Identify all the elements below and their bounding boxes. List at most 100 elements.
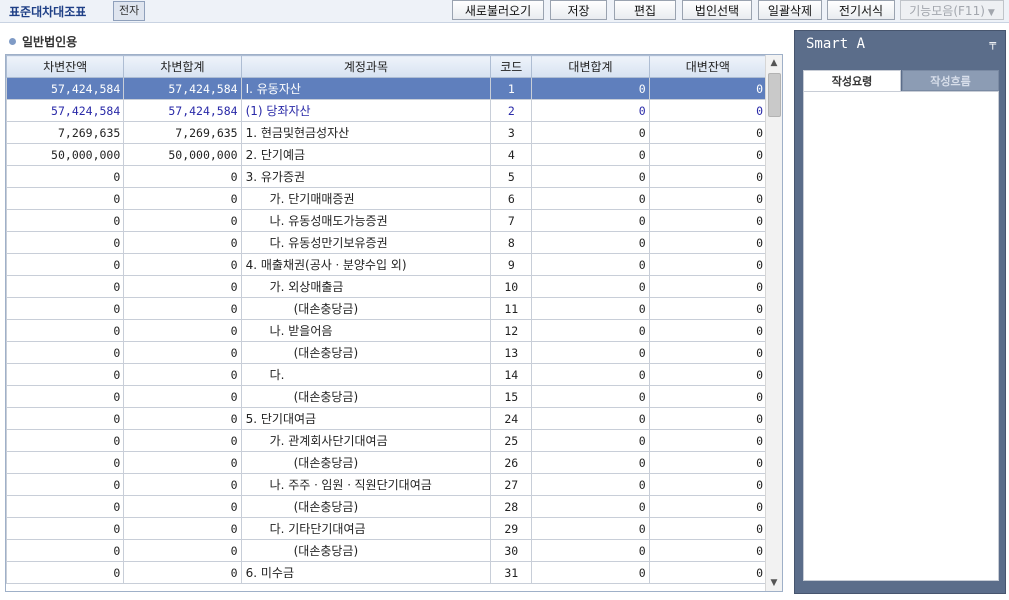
- cell-credit-total[interactable]: 0: [531, 561, 650, 584]
- cell-code[interactable]: 6: [490, 187, 533, 210]
- cell-code[interactable]: 10: [490, 275, 533, 298]
- cell-debit-total[interactable]: 0: [123, 451, 242, 474]
- cell-debit-total[interactable]: 0: [123, 341, 242, 364]
- cell-credit-balance[interactable]: 0: [648, 429, 768, 452]
- cell-account[interactable]: 3. 유가증권: [240, 165, 492, 188]
- cell-code[interactable]: 27: [490, 473, 533, 496]
- cell-credit-balance[interactable]: 0: [648, 77, 768, 100]
- cell-debit-balance[interactable]: 0: [6, 209, 125, 232]
- cell-credit-total[interactable]: 0: [531, 253, 650, 276]
- column-header-credit-balance[interactable]: 대변잔액: [648, 55, 768, 78]
- cell-debit-total[interactable]: 0: [123, 385, 242, 408]
- cell-account[interactable]: 6. 미수금: [240, 561, 492, 584]
- cell-account[interactable]: (대손충당금): [240, 385, 492, 408]
- cell-debit-balance[interactable]: 0: [6, 451, 125, 474]
- table-row[interactable]: 0 0 가. 외상매출금 10 0 0: [6, 275, 768, 298]
- cell-debit-balance[interactable]: 0: [6, 517, 125, 540]
- table-row[interactable]: 0 0 (대손충당금) 30 0 0: [6, 539, 768, 562]
- table-row[interactable]: 0 0 (대손충당금) 28 0 0: [6, 495, 768, 518]
- cell-debit-balance[interactable]: 0: [6, 297, 125, 320]
- table-row[interactable]: 57,424,584 57,424,584 (1) 당좌자산 2 0 0: [6, 99, 768, 122]
- cell-credit-balance[interactable]: 0: [648, 187, 768, 210]
- table-row[interactable]: 0 0 다. 유동성만기보유증권 8 0 0: [6, 231, 768, 254]
- cell-debit-total[interactable]: 0: [123, 495, 242, 518]
- table-row[interactable]: 0 0 5. 단기대여금 24 0 0: [6, 407, 768, 430]
- cell-credit-total[interactable]: 0: [531, 407, 650, 430]
- cell-credit-balance[interactable]: 0: [648, 407, 768, 430]
- table-row[interactable]: 7,269,635 7,269,635 1. 현금및현금성자산 3 0 0: [6, 121, 768, 144]
- cell-debit-total[interactable]: 7,269,635: [123, 121, 242, 144]
- cell-account[interactable]: 1. 현금및현금성자산: [240, 121, 492, 144]
- cell-code[interactable]: 15: [490, 385, 533, 408]
- cell-credit-balance[interactable]: 0: [648, 495, 768, 518]
- pin-icon[interactable]: ╤: [989, 37, 996, 50]
- table-row[interactable]: 0 0 가. 단기매매증권 6 0 0: [6, 187, 768, 210]
- cell-credit-balance[interactable]: 0: [648, 143, 768, 166]
- cell-code[interactable]: 26: [490, 451, 533, 474]
- cell-credit-balance[interactable]: 0: [648, 275, 768, 298]
- cell-code[interactable]: 28: [490, 495, 533, 518]
- cell-account[interactable]: 나. 받을어음: [240, 319, 492, 342]
- scroll-down-icon[interactable]: ▼: [766, 575, 782, 591]
- cell-credit-balance[interactable]: 0: [648, 451, 768, 474]
- cell-credit-total[interactable]: 0: [531, 539, 650, 562]
- scroll-up-icon[interactable]: ▲: [766, 55, 782, 71]
- table-row[interactable]: 0 0 4. 매출채권(공사ㆍ분양수입 외) 9 0 0: [6, 253, 768, 276]
- cell-account[interactable]: 4. 매출채권(공사ㆍ분양수입 외): [240, 253, 492, 276]
- cell-debit-balance[interactable]: 0: [6, 429, 125, 452]
- cell-debit-total[interactable]: 0: [123, 561, 242, 584]
- cell-code[interactable]: 1: [490, 77, 533, 100]
- tab-writing-flow[interactable]: 작성흐름: [902, 70, 999, 91]
- functions-dropdown-button[interactable]: 기능모음(F11) ▼: [900, 0, 1004, 20]
- table-row[interactable]: 0 0 나. 받을어음 12 0 0: [6, 319, 768, 342]
- cell-debit-balance[interactable]: 0: [6, 407, 125, 430]
- cell-account[interactable]: 다. 유동성만기보유증권: [240, 231, 492, 254]
- bulk-delete-button[interactable]: 일괄삭제: [758, 0, 822, 20]
- cell-account[interactable]: 다.: [240, 363, 492, 386]
- cell-debit-total[interactable]: 0: [123, 539, 242, 562]
- cell-code[interactable]: 5: [490, 165, 533, 188]
- scrollbar-thumb[interactable]: [768, 73, 781, 117]
- save-button[interactable]: 저장: [550, 0, 607, 20]
- cell-credit-balance[interactable]: 0: [648, 121, 768, 144]
- electronic-tag-button[interactable]: 전자: [113, 1, 146, 21]
- cell-credit-balance[interactable]: 0: [648, 165, 768, 188]
- table-row[interactable]: 0 0 가. 관계회사단기대여금 25 0 0: [6, 429, 768, 452]
- cell-code[interactable]: 12: [490, 319, 533, 342]
- cell-account[interactable]: (1) 당좌자산: [240, 99, 492, 122]
- cell-debit-total[interactable]: 0: [123, 319, 242, 342]
- cell-code[interactable]: 30: [490, 539, 533, 562]
- cell-account[interactable]: 2. 단기예금: [240, 143, 492, 166]
- cell-credit-total[interactable]: 0: [531, 495, 650, 518]
- cell-debit-total[interactable]: 0: [123, 429, 242, 452]
- cell-credit-balance[interactable]: 0: [648, 517, 768, 540]
- cell-code[interactable]: 11: [490, 297, 533, 320]
- cell-credit-balance[interactable]: 0: [648, 561, 768, 584]
- cell-credit-balance[interactable]: 0: [648, 473, 768, 496]
- cell-credit-balance[interactable]: 0: [648, 297, 768, 320]
- cell-debit-total[interactable]: 0: [123, 363, 242, 386]
- cell-debit-balance[interactable]: 0: [6, 319, 125, 342]
- cell-debit-balance[interactable]: 0: [6, 561, 125, 584]
- cell-debit-balance[interactable]: 0: [6, 473, 125, 496]
- table-row[interactable]: 0 0 (대손충당금) 13 0 0: [6, 341, 768, 364]
- cell-credit-balance[interactable]: 0: [648, 363, 768, 386]
- cell-debit-balance[interactable]: 57,424,584: [6, 99, 125, 122]
- table-row[interactable]: 0 0 다. 14 0 0: [6, 363, 768, 386]
- cell-code[interactable]: 29: [490, 517, 533, 540]
- cell-credit-total[interactable]: 0: [531, 363, 650, 386]
- cell-account[interactable]: (대손충당금): [240, 495, 492, 518]
- table-row[interactable]: 50,000,000 50,000,000 2. 단기예금 4 0 0: [6, 143, 768, 166]
- cell-credit-balance[interactable]: 0: [648, 209, 768, 232]
- cell-credit-total[interactable]: 0: [531, 143, 650, 166]
- table-row[interactable]: 0 0 6. 미수금 31 0 0: [6, 561, 768, 584]
- prior-form-button[interactable]: 전기서식: [827, 0, 895, 20]
- cell-debit-balance[interactable]: 0: [6, 363, 125, 386]
- cell-debit-total[interactable]: 0: [123, 165, 242, 188]
- cell-debit-total[interactable]: 0: [123, 407, 242, 430]
- cell-credit-balance[interactable]: 0: [648, 231, 768, 254]
- cell-debit-balance[interactable]: 0: [6, 341, 125, 364]
- column-header-debit-balance[interactable]: 차변잔액: [6, 55, 125, 78]
- cell-credit-total[interactable]: 0: [531, 517, 650, 540]
- cell-debit-balance[interactable]: 0: [6, 385, 125, 408]
